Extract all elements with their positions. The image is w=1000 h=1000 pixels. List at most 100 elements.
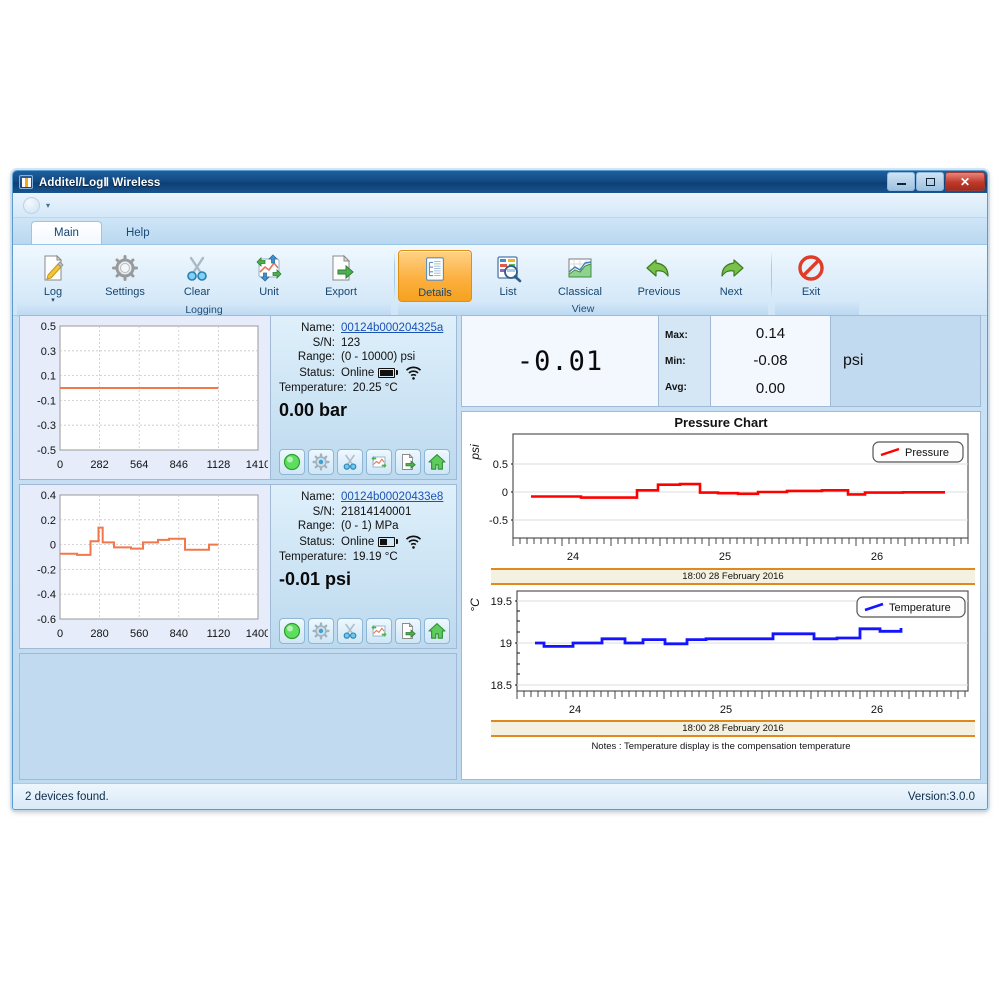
svg-text:1120: 1120 <box>207 628 231 640</box>
svg-text:19: 19 <box>500 638 512 650</box>
unit-convert-icon[interactable] <box>366 618 392 644</box>
home-icon[interactable] <box>424 618 450 644</box>
minimize-button[interactable] <box>887 172 915 191</box>
pressure-xtick: 26 <box>871 551 883 563</box>
ribbon-label: Next <box>719 286 743 298</box>
device-range-label: Range: <box>297 520 335 532</box>
device-card[interactable]: 0.5 0.3 0.1 -0.1 -0.3 -0.5 0 282 564 846 1128… <box>19 315 457 480</box>
svg-text:840: 840 <box>170 628 188 640</box>
log-record-icon[interactable] <box>279 618 305 644</box>
export-icon[interactable] <box>395 449 421 475</box>
device-status-value: Online <box>341 535 375 548</box>
home-icon[interactable] <box>424 449 450 475</box>
pressure-chart-svg: psi 0.50-0.5 24 25 26 Pressure <box>468 433 969 563</box>
chart-notes: Notes : Temperature display is the compe… <box>591 741 851 752</box>
device-list-empty-area <box>19 653 457 780</box>
ribbon-button-settings[interactable]: Settings <box>89 250 161 298</box>
svg-text:19.5: 19.5 <box>491 596 512 608</box>
device-sn-label: S/N: <box>312 505 335 518</box>
ribbon-button-log[interactable]: Log ▾ <box>17 250 89 304</box>
scissors-icon <box>181 252 213 284</box>
max-value: 0.14 <box>755 325 786 343</box>
device-name-link[interactable]: 00124b00020433e8 <box>341 491 443 503</box>
device-sn-value: 123 <box>341 336 361 349</box>
ribbon-button-next[interactable]: Next <box>695 250 767 298</box>
svg-text:0.1: 0.1 <box>41 371 56 383</box>
clear-scissors-icon[interactable] <box>337 449 363 475</box>
gear-icon <box>109 252 141 284</box>
tab-main[interactable]: Main <box>31 221 102 244</box>
statistics-labels: Max: Min: Avg: <box>659 316 711 406</box>
device-temperature-label: Temperature: <box>279 551 347 563</box>
details-icon <box>419 253 451 285</box>
lcd-value: -0.01 <box>516 345 604 377</box>
device-sn-value: 21814140001 <box>341 505 412 518</box>
settings-gear-icon[interactable] <box>308 449 334 475</box>
ribbon-button-exit[interactable]: Exit <box>775 250 847 298</box>
ribbon-button-clear[interactable]: Clear <box>161 250 233 298</box>
ribbon-label: Details <box>418 287 452 299</box>
window-title: Additel/LogⅡ Wireless <box>39 177 161 189</box>
svg-text:18.5: 18.5 <box>491 680 512 692</box>
device-status-value: Online <box>341 366 375 379</box>
pressure-timebar: 18:00 28 February 2016 <box>491 568 975 585</box>
wifi-icon <box>405 365 422 380</box>
ribbon-button-previous[interactable]: Previous <box>623 250 695 298</box>
svg-text:0.4: 0.4 <box>41 490 56 502</box>
ribbon-label: Clear <box>183 286 211 298</box>
device1-mini-chart-svg: 0.5 0.3 0.1 -0.1 -0.3 -0.5 0 282 564 846 1128… <box>37 321 268 471</box>
ribbon-tabstrip: Main Help <box>13 218 987 245</box>
log-pencil-icon <box>37 252 69 284</box>
temperature-legend-label: Temperature <box>889 602 951 614</box>
chevron-down-icon[interactable]: ▾ <box>46 201 50 210</box>
close-button[interactable]: ✕ <box>945 172 985 191</box>
device-name-link[interactable]: 00124b000204325a <box>341 322 443 334</box>
device-card[interactable]: 0.4 0.2 0 -0.2 -0.4 -0.6 0 280 560 840 1120 14… <box>19 484 457 649</box>
svg-text:280: 280 <box>90 628 108 640</box>
statistics-values: 0.14 -0.08 0.00 <box>711 316 831 406</box>
version-label: Version:3.0.0 <box>907 790 975 803</box>
office-orb-icon[interactable] <box>23 196 40 214</box>
ribbon: Log ▾ Settings Clear Unit Export Logging… <box>13 245 987 317</box>
device-range-value: (0 - 1) MPa <box>341 520 399 532</box>
chevron-down-icon[interactable]: ▾ <box>51 297 55 304</box>
device-range-label: Range: <box>297 351 335 363</box>
arrow-left-icon <box>643 252 675 284</box>
ribbon-button-export[interactable]: Export <box>305 250 377 298</box>
application-window: Additel/LogⅡ Wireless ✕ ▾ Main Help Log … <box>12 170 988 810</box>
device-sn-label: S/N: <box>312 336 335 349</box>
temperature-xtick: 26 <box>871 704 883 716</box>
device-name-label: Name: <box>301 491 335 503</box>
svg-text:846: 846 <box>170 459 188 471</box>
maximize-button[interactable] <box>916 172 944 191</box>
device-name-row: Name: 00124b000204325a <box>279 322 450 334</box>
device-action-buttons <box>279 618 450 644</box>
svg-text:0: 0 <box>50 540 56 552</box>
unit-convert-icon[interactable] <box>366 449 392 475</box>
ribbon-separator <box>394 251 395 299</box>
tab-help[interactable]: Help <box>104 222 172 244</box>
ribbon-button-list[interactable]: List <box>472 250 544 298</box>
svg-text:0: 0 <box>502 487 508 499</box>
ribbon-button-classical[interactable]: Classical <box>544 250 616 298</box>
arrow-right-icon <box>715 252 747 284</box>
log-record-icon[interactable] <box>279 449 305 475</box>
svg-text:-0.2: -0.2 <box>37 564 56 576</box>
svg-text:564: 564 <box>130 459 148 471</box>
avg-value: 0.00 <box>755 379 786 397</box>
settings-gear-icon[interactable] <box>308 618 334 644</box>
temperature-legend: Temperature <box>856 596 966 618</box>
svg-text:0: 0 <box>57 628 63 640</box>
device-range-row: Range: (0 - 1) MPa <box>279 520 450 532</box>
ribbon-label: Exit <box>801 286 821 298</box>
clear-scissors-icon[interactable] <box>337 618 363 644</box>
ribbon-label: Settings <box>105 286 145 298</box>
device-temperature-label: Temperature: <box>279 382 347 394</box>
ribbon-button-unit[interactable]: Unit <box>233 250 305 298</box>
svg-text:1400: 1400 <box>246 628 268 640</box>
ribbon-button-details[interactable]: Details <box>398 250 472 302</box>
svg-text:282: 282 <box>90 459 108 471</box>
battery-icon <box>378 367 399 378</box>
device-sn-row: S/N: 123 <box>279 337 450 349</box>
export-icon[interactable] <box>395 618 421 644</box>
